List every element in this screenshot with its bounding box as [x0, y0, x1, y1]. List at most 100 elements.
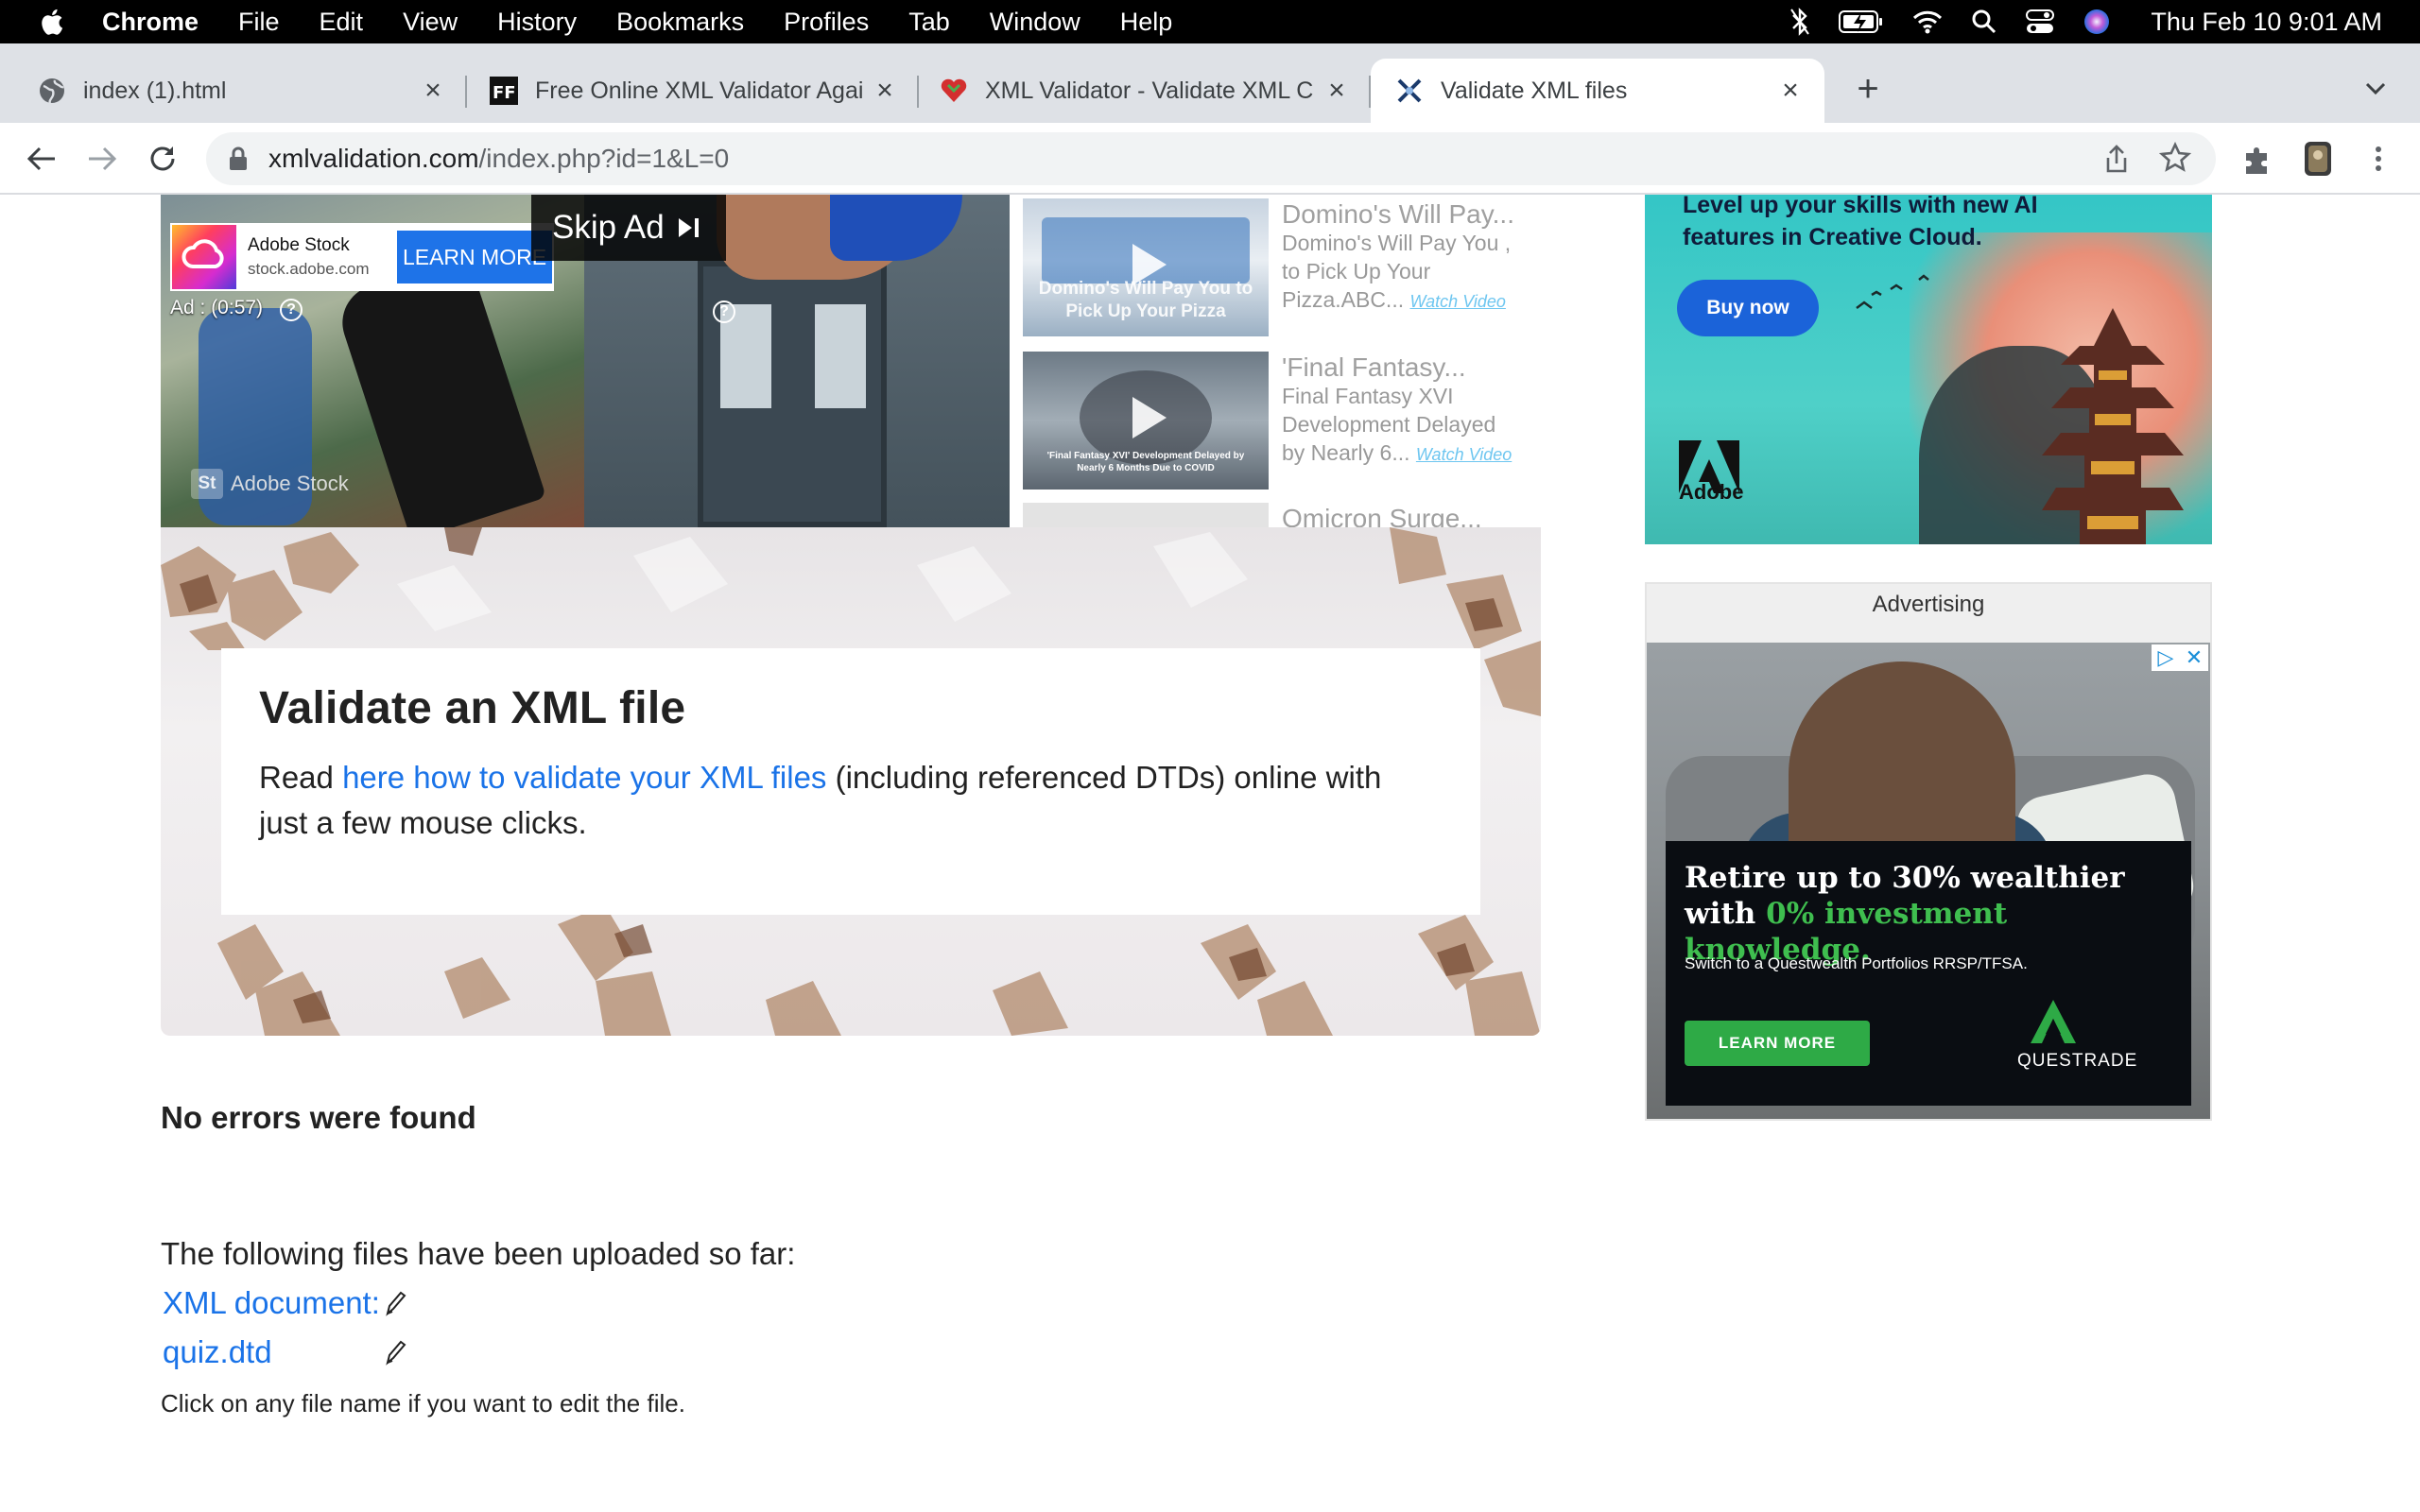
globe-icon: [40, 78, 64, 104]
bookmark-star-icon[interactable]: [2159, 142, 2191, 174]
ad-brand-card[interactable]: Adobe Stock stock.adobe.com LEARN MORE: [170, 223, 554, 291]
menubar-clock[interactable]: Thu Feb 10 9:01 AM: [2151, 8, 2382, 37]
url-host: xmlvalidation.com: [268, 144, 479, 173]
forward-arrow-icon[interactable]: [83, 140, 121, 178]
adobe-creative-cloud-ad[interactable]: Level up your skills with new AI feature…: [1645, 195, 2212, 544]
buy-now-button[interactable]: Buy now: [1677, 280, 1819, 336]
adchoices-icon[interactable]: ▷: [2152, 644, 2180, 671]
macos-menu-bar: Chrome File Edit View History Bookmarks …: [0, 0, 2420, 43]
tab-validate-xml-files[interactable]: Validate XML files ×: [1371, 59, 1824, 123]
video-title[interactable]: Domino's Will Pay...: [1282, 200, 1552, 229]
kebab-menu-icon[interactable]: [2360, 140, 2397, 178]
questrade-subtext: Switch to a Questwealth Portfolios RRSP/…: [1685, 954, 2028, 972]
quiz-dtd-link[interactable]: quiz.dtd: [163, 1334, 272, 1369]
questrade-logo-icon: [2031, 1000, 2076, 1043]
profile-avatar-icon[interactable]: [2299, 140, 2337, 178]
ad-learn-more-button[interactable]: LEARN MORE: [397, 231, 552, 284]
reload-icon[interactable]: [144, 140, 182, 178]
thumb-caption: Domino's Will Pay You to Pick Up Your Pi…: [1038, 279, 1253, 321]
menu-profiles[interactable]: Profiles: [784, 8, 869, 37]
video-text: Omicron Surge...: [1282, 505, 1552, 528]
video-desc-line: by Nearly 6...: [1282, 440, 1410, 465]
xml-document-link[interactable]: XML document:: [163, 1285, 380, 1320]
tab-close-icon[interactable]: ×: [418, 76, 448, 106]
skip-ad-label: Skip Ad: [552, 209, 665, 246]
ad-countdown: Ad : (0:57): [170, 297, 264, 318]
related-video-item[interactable]: 'Final Fantasy XVI' Development Delayed …: [1023, 352, 1552, 490]
pencil-edit-icon[interactable]: [382, 1338, 406, 1366]
pagoda-illustration: [2042, 308, 2184, 544]
skip-ad-button[interactable]: Skip Ad: [531, 195, 726, 261]
questrade-headline: Retire up to 30% wealthier with 0% inves…: [1685, 860, 2186, 968]
wifi-icon[interactable]: [1912, 9, 1943, 34]
close-ad-icon[interactable]: ✕: [2180, 644, 2208, 671]
tab-title: Free Online XML Validator Agai: [535, 77, 864, 104]
pencil-edit-icon[interactable]: [382, 1289, 406, 1317]
chevron-down-icon[interactable]: [2360, 72, 2392, 104]
spotlight-search-icon[interactable]: [1971, 9, 1997, 35]
battery-charging-icon[interactable]: [1839, 9, 1884, 34]
how-to-validate-link[interactable]: here how to validate your XML files: [342, 760, 826, 795]
video-title[interactable]: Omicron Surge...: [1282, 505, 1552, 528]
menu-window[interactable]: Window: [990, 8, 1080, 37]
share-icon[interactable]: [2102, 144, 2131, 174]
video-text: Domino's Will Pay... Domino's Will Pay Y…: [1282, 200, 1552, 316]
tab-xml-validator-validate-xml[interactable]: XML Validator - Validate XML C ×: [919, 59, 1371, 123]
hero-card: Validate an XML file Read here how to va…: [221, 648, 1480, 915]
menu-view[interactable]: View: [403, 8, 458, 37]
extensions-puzzle-icon[interactable]: [2238, 140, 2276, 178]
help-icon[interactable]: ?: [713, 301, 735, 323]
video-thumbnail[interactable]: [1023, 503, 1269, 527]
tab-title: Validate XML files: [1441, 77, 1628, 104]
video-desc-line: Final Fantasy XVI: [1282, 384, 1454, 408]
video-thumbnail[interactable]: Domino's Will Pay You to Pick Up Your Pi…: [1023, 198, 1269, 336]
menubar-status-area: Thu Feb 10 9:01 AM: [1789, 0, 2382, 43]
video-title[interactable]: 'Final Fantasy...: [1282, 353, 1552, 382]
watermark-text: Adobe Stock: [231, 472, 349, 495]
tab-close-icon[interactable]: ×: [1322, 76, 1352, 106]
address-url[interactable]: xmlvalidation.com/index.php?id=1&L=0: [268, 144, 729, 174]
video-thumbnail[interactable]: 'Final Fantasy XVI' Development Delayed …: [1023, 352, 1269, 490]
tab-close-icon[interactable]: ×: [1775, 76, 1806, 106]
related-videos-list: Domino's Will Pay You to Pick Up Your Pi…: [1023, 195, 1552, 527]
birds-icon: [1856, 274, 1929, 309]
adobe-brand-word: Adobe: [1679, 480, 1744, 504]
bluetooth-icon[interactable]: [1789, 8, 1810, 36]
apple-menu-icon[interactable]: [36, 6, 64, 38]
video-desc-line: Development Delayed: [1282, 412, 1496, 437]
adchoices-controls[interactable]: ▷ ✕: [2152, 644, 2208, 671]
address-bar[interactable]: xmlvalidation.com/index.php?id=1&L=0: [206, 132, 2216, 185]
help-icon[interactable]: ?: [280, 299, 302, 321]
watch-video-link[interactable]: Watch Video: [1410, 292, 1506, 311]
siri-icon[interactable]: [2083, 8, 2111, 36]
watch-video-link[interactable]: Watch Video: [1416, 445, 1512, 464]
tab-title: index (1).html: [83, 77, 227, 104]
hero-banner: Validate an XML file Read here how to va…: [161, 527, 1541, 1036]
menu-history[interactable]: History: [497, 8, 577, 37]
menu-bookmarks[interactable]: Bookmarks: [616, 8, 744, 37]
menu-help[interactable]: Help: [1120, 8, 1173, 37]
questrade-ad[interactable]: ▷ ✕ Retire up to 30% wealthier with 0% i…: [1647, 643, 2210, 1119]
tab-close-icon[interactable]: ×: [870, 76, 900, 106]
adobe-ad-headline: Level up your skills with new AI feature…: [1683, 195, 2038, 250]
menu-edit[interactable]: Edit: [320, 8, 364, 37]
ad-advertiser-name: Adobe Stock: [248, 235, 350, 255]
lock-icon[interactable]: [229, 146, 248, 171]
related-video-item[interactable]: Domino's Will Pay You to Pick Up Your Pi…: [1023, 198, 1552, 336]
tab-index-html[interactable]: index (1).html ×: [0, 59, 467, 123]
tab-free-online-xml-validator[interactable]: FF Free Online XML Validator Agai ×: [467, 59, 919, 123]
new-tab-button[interactable]: +: [1847, 68, 1889, 110]
uploaded-file-row: quiz.dtd: [163, 1334, 406, 1370]
video-ad-player[interactable]: Adobe Stock stock.adobe.com LEARN MORE S…: [161, 195, 1010, 527]
tab-title: XML Validator - Validate XML C: [985, 77, 1314, 104]
menu-tab[interactable]: Tab: [908, 8, 950, 37]
related-video-item[interactable]: Omicron Surge...: [1023, 503, 1552, 527]
back-arrow-icon[interactable]: [23, 140, 60, 178]
menu-app-chrome[interactable]: Chrome: [102, 8, 199, 37]
play-icon[interactable]: [1117, 389, 1174, 446]
control-center-icon[interactable]: [2026, 9, 2055, 35]
menu-file[interactable]: File: [238, 8, 280, 37]
hero-text-before: Read: [259, 760, 343, 795]
questrade-learn-more-button[interactable]: LEARN MORE: [1685, 1021, 1870, 1066]
uploaded-file-row: XML document:: [163, 1285, 406, 1321]
